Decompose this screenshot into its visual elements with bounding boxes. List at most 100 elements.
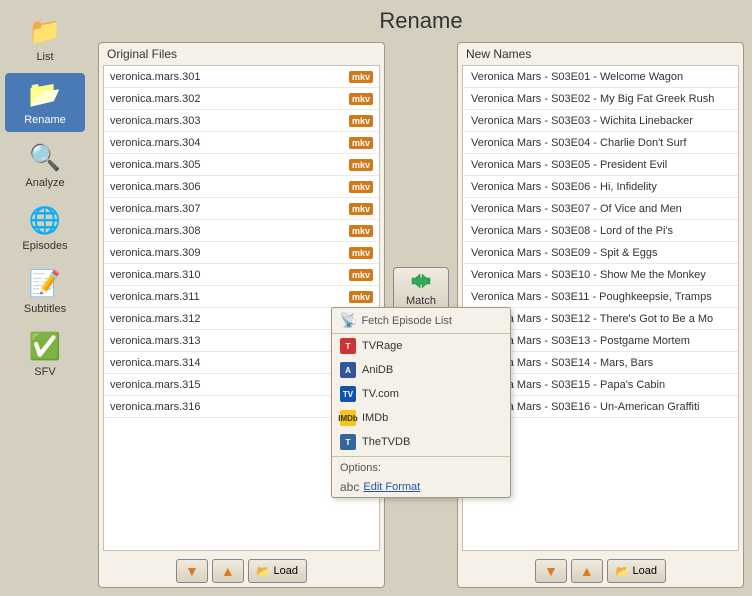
edit-format-icon: abc: [340, 480, 359, 494]
original-file-item[interactable]: veronica.mars.306 mkv: [104, 176, 379, 198]
original-up-button[interactable]: ▲: [212, 559, 244, 583]
file-name: veronica.mars.302: [110, 93, 201, 105]
file-name: veronica.mars.312: [110, 313, 201, 325]
file-name: veronica.mars.305: [110, 159, 201, 171]
anidb-item[interactable]: A AniDB: [332, 358, 510, 382]
new-name-text: Veronica Mars - S03E10 - Show Me the Mon…: [471, 269, 706, 281]
new-name-text: Veronica Mars - S03E03 - Wichita Linebac…: [471, 115, 693, 127]
new-name-text: Veronica Mars - S03E11 - Poughkeepsie, T…: [471, 291, 712, 303]
file-name: veronica.mars.306: [110, 181, 201, 193]
subtitles-icon: 📝: [29, 268, 61, 299]
sidebar-item-list[interactable]: 📁 List: [5, 10, 85, 69]
file-name: veronica.mars.303: [110, 115, 201, 127]
new-names-down-icon: ▼: [544, 563, 558, 579]
tvrage-item[interactable]: T TVRage: [332, 334, 510, 358]
sidebar-item-analyze-label: Analyze: [25, 177, 64, 189]
new-names-header: New Names: [458, 43, 743, 65]
new-name-item[interactable]: Veronica Mars - S03E10 - Show Me the Mon…: [463, 264, 738, 286]
anidb-label: AniDB: [362, 364, 393, 376]
analyze-icon: 🔍: [29, 142, 61, 173]
original-file-item[interactable]: veronica.mars.310 mkv: [104, 264, 379, 286]
new-name-item[interactable]: Veronica Mars - S03E07 - Of Vice and Men: [463, 198, 738, 220]
mkv-badge: mkv: [349, 181, 373, 193]
imdb-icon: IMDb: [340, 410, 356, 426]
new-name-item[interactable]: Veronica Mars - S03E05 - President Evil: [463, 154, 738, 176]
dropdown-header: 📡 Fetch Episode List: [332, 308, 510, 334]
tvrage-icon: T: [340, 338, 356, 354]
tvcom-item[interactable]: TV TV.com: [332, 382, 510, 406]
original-file-item[interactable]: veronica.mars.308mkv: [104, 220, 379, 242]
new-name-item[interactable]: Veronica Mars - S03E03 - Wichita Linebac…: [463, 110, 738, 132]
new-names-up-button[interactable]: ▲: [571, 559, 603, 583]
mkv-badge: mkv: [349, 137, 373, 149]
tvcom-label: TV.com: [362, 388, 399, 400]
edit-format-item[interactable]: abc Edit Format: [332, 477, 510, 497]
original-file-item[interactable]: veronica.mars.307mkv: [104, 198, 379, 220]
new-name-item[interactable]: Veronica Mars - S03E11 - Poughkeepsie, T…: [463, 286, 738, 308]
new-name-item[interactable]: Veronica Mars - S03E02 - My Big Fat Gree…: [463, 88, 738, 110]
sidebar-item-episodes[interactable]: 🌐 Episodes: [5, 199, 85, 258]
new-name-text: Veronica Mars - S03E05 - President Evil: [471, 159, 667, 171]
new-name-item[interactable]: Veronica Mars - S03E06 - Hi, Infidelity: [463, 176, 738, 198]
options-label: Options:: [332, 459, 510, 477]
original-file-item[interactable]: veronica.mars.309 mkv: [104, 242, 379, 264]
new-names-load-button[interactable]: 📂 Load: [607, 559, 666, 583]
list-icon: 📁: [29, 16, 61, 47]
mkv-badge: mkv: [349, 269, 373, 281]
up-arrow-icon: ▲: [221, 563, 235, 579]
original-load-button[interactable]: 📂 Load: [248, 559, 307, 583]
original-file-item[interactable]: veronica.mars.302 mkv: [104, 88, 379, 110]
new-name-item[interactable]: Veronica Mars - S03E08 - Lord of the Pi'…: [463, 220, 738, 242]
dropdown-header-label: Fetch Episode List: [361, 315, 452, 327]
sidebar-item-subtitles[interactable]: 📝 Subtitles: [5, 262, 85, 321]
new-name-text: Veronica Mars - S03E02 - My Big Fat Gree…: [471, 93, 714, 105]
original-panel-footer: ▼ ▲ 📂 Load: [99, 555, 384, 587]
edit-format-label: Edit Format: [363, 481, 420, 493]
new-name-text: Veronica Mars - S03E08 - Lord of the Pi'…: [471, 225, 673, 237]
center-controls: Match 📡 Fetch Episode List T TVRage A An…: [385, 42, 457, 588]
mkv-badge: mkv: [349, 159, 373, 171]
original-file-item[interactable]: veronica.mars.304 mkv: [104, 132, 379, 154]
file-name: veronica.mars.304: [110, 137, 201, 149]
thetvdb-item[interactable]: T TheTVDB: [332, 430, 510, 454]
new-names-down-button[interactable]: ▼: [535, 559, 567, 583]
new-name-item[interactable]: Veronica Mars - S03E04 - Charlie Don't S…: [463, 132, 738, 154]
original-file-item[interactable]: veronica.mars.303mkv: [104, 110, 379, 132]
sidebar-item-rename[interactable]: 📂 Rename: [5, 73, 85, 132]
sidebar-item-sfv[interactable]: ✅ SFV: [5, 325, 85, 384]
original-file-item[interactable]: veronica.mars.311mkv: [104, 286, 379, 308]
new-name-item[interactable]: Veronica Mars - S03E01 - Welcome Wagon: [463, 66, 738, 88]
imdb-label: IMDb: [362, 412, 388, 424]
sidebar-item-episodes-label: Episodes: [22, 240, 67, 252]
new-names-load-icon: 📂: [616, 565, 630, 578]
match-control: Match 📡 Fetch Episode List T TVRage A An…: [393, 267, 449, 311]
match-button[interactable]: Match: [393, 267, 449, 311]
file-name: veronica.mars.314: [110, 357, 201, 369]
original-down-button[interactable]: ▼: [176, 559, 208, 583]
mkv-badge: mkv: [349, 93, 373, 105]
file-name: veronica.mars.309: [110, 247, 201, 259]
down-arrow-icon: ▼: [185, 563, 199, 579]
sidebar-item-rename-label: Rename: [24, 114, 66, 126]
load-icon: 📂: [257, 565, 271, 578]
sidebar-item-analyze[interactable]: 🔍 Analyze: [5, 136, 85, 195]
tvrage-label: TVRage: [362, 340, 402, 352]
imdb-item[interactable]: IMDb IMDb: [332, 406, 510, 430]
new-name-item[interactable]: Veronica Mars - S03E09 - Spit & Eggs: [463, 242, 738, 264]
new-name-text: Veronica Mars - S03E07 - Of Vice and Men: [471, 203, 682, 215]
page-title: Rename: [98, 8, 744, 34]
file-name: veronica.mars.311: [110, 291, 200, 303]
dropdown-divider: [332, 456, 510, 457]
original-files-header: Original Files: [99, 43, 384, 65]
anidb-icon: A: [340, 362, 356, 378]
file-name: veronica.mars.310: [110, 269, 201, 281]
new-name-text: Veronica Mars - S03E09 - Spit & Eggs: [471, 247, 657, 259]
new-name-text: Veronica Mars - S03E04 - Charlie Don't S…: [471, 137, 686, 149]
file-name: veronica.mars.316: [110, 401, 201, 413]
new-name-text: Veronica Mars - S03E06 - Hi, Infidelity: [471, 181, 657, 193]
original-file-item[interactable]: veronica.mars.301mkv: [104, 66, 379, 88]
mkv-badge: mkv: [349, 247, 373, 259]
sidebar: 📁 List 📂 Rename 🔍 Analyze 🌐 Episodes 📝 S…: [0, 0, 90, 596]
match-label: Match: [406, 295, 436, 307]
original-file-item[interactable]: veronica.mars.305 mkv: [104, 154, 379, 176]
